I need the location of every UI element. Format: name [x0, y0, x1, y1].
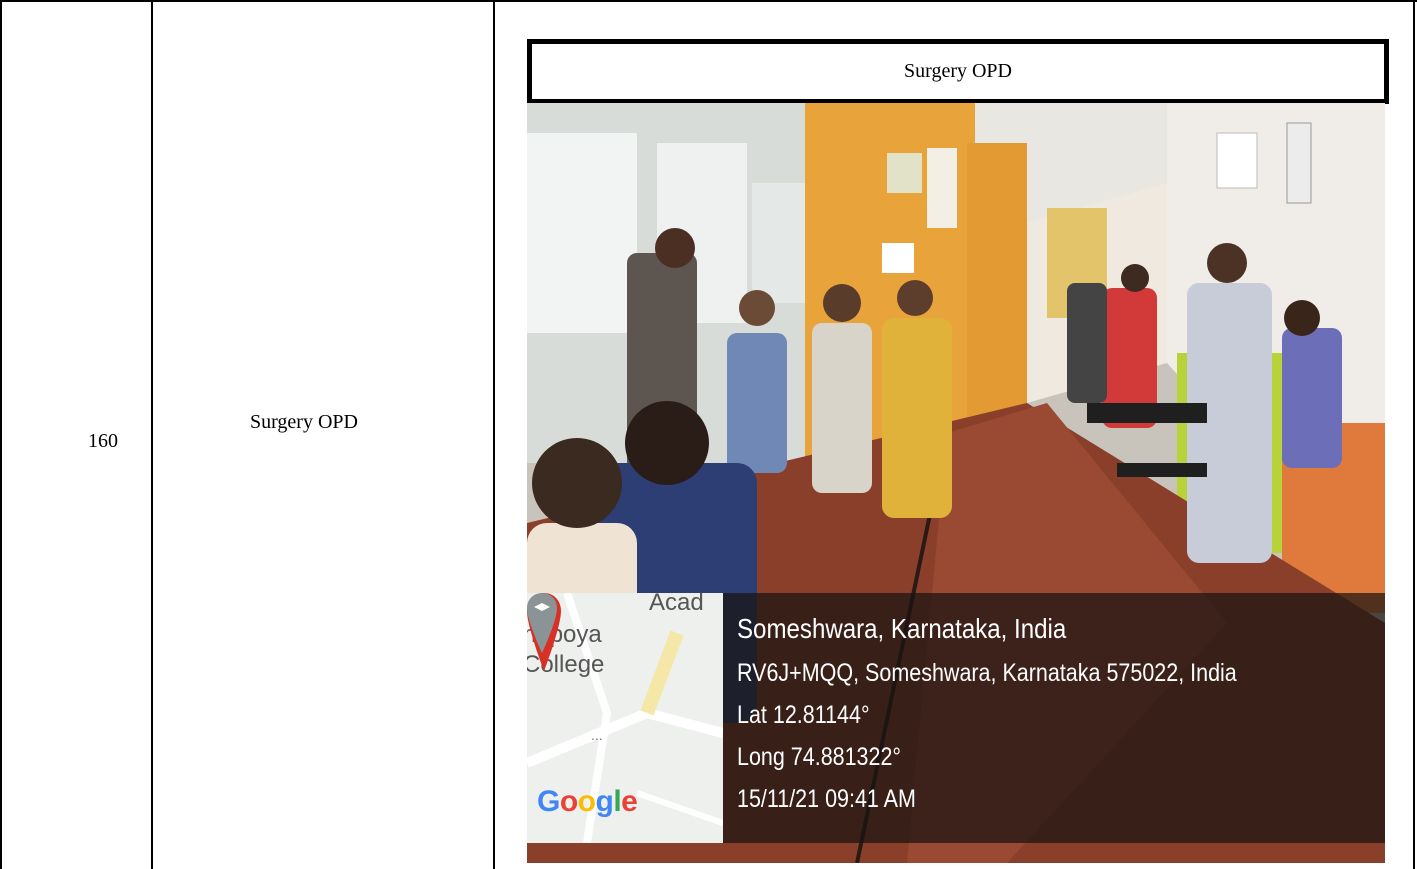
geotagged-photo: Acad nepoya College ... Google Someshwar…	[527, 103, 1385, 863]
column-divider-2	[493, 0, 495, 869]
map-label-acad: Acad	[649, 593, 704, 616]
geotag-address: RV6J+MQQ, Someshwara, Karnataka 575022, …	[737, 659, 1237, 687]
geotag-latitude: Lat 12.81144°	[737, 701, 870, 729]
column-divider-1	[151, 0, 153, 869]
school-pin-icon	[527, 593, 557, 653]
location-map: Acad nepoya College ... Google	[527, 593, 723, 843]
geotag-longitude: Long 74.881322°	[737, 743, 902, 771]
table-right-border	[1413, 0, 1415, 869]
geotag-place: Someshwara, Karnataka, India	[737, 613, 1067, 644]
geotag-timestamp: 15/11/21 09:41 AM	[737, 785, 916, 813]
geotag-overlay: Someshwara, Karnataka, India RV6J+MQQ, S…	[723, 593, 1385, 843]
map-label-dots: ...	[591, 727, 603, 743]
google-logo: Google	[537, 785, 638, 818]
location-name-cell: Surgery OPD	[250, 411, 358, 433]
table-left-border	[0, 0, 2, 869]
serial-number-cell: 160	[88, 430, 118, 452]
photo-caption: Surgery OPD	[527, 39, 1389, 104]
table-top-border	[0, 0, 1417, 2]
